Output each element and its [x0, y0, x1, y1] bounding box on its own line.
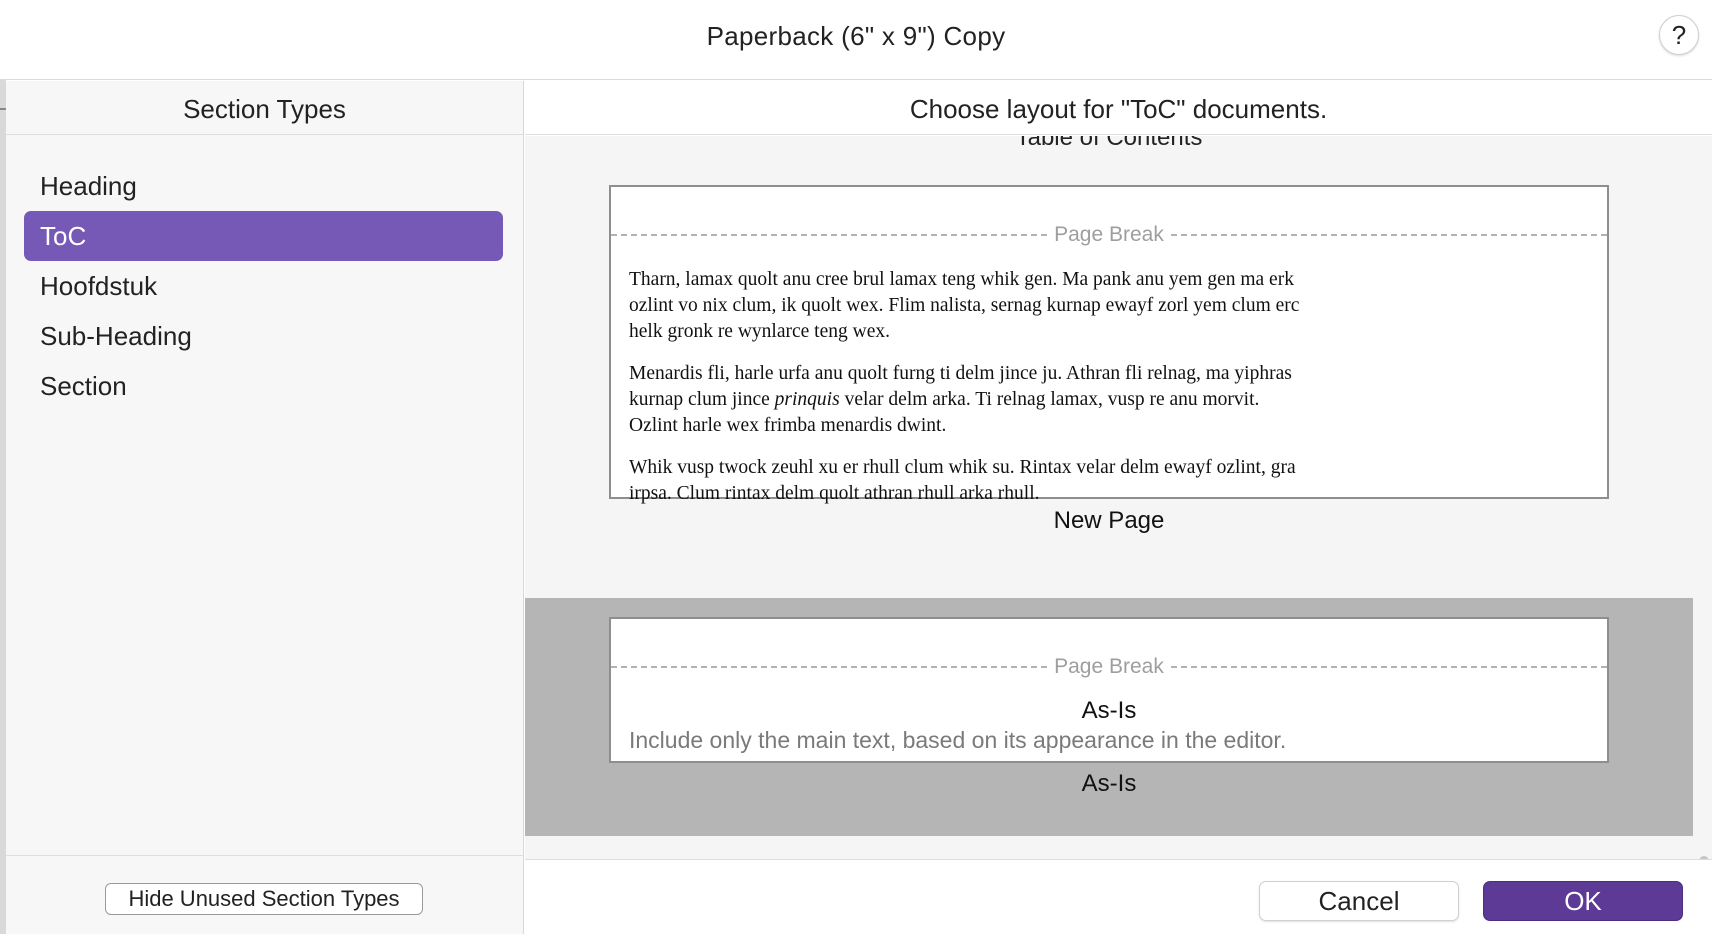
ok-button[interactable]: OK — [1483, 881, 1683, 921]
hide-unused-section-types-button[interactable]: Hide Unused Section Types — [105, 883, 423, 915]
section-type-hoofdstuk[interactable]: Hoofdstuk — [24, 261, 503, 311]
layout-pane-header: Choose layout for "ToC" documents. — [525, 81, 1712, 135]
section-type-section[interactable]: Section — [24, 361, 503, 411]
sample-body-text: Tharn, lamax quolt anu cree brul lamax t… — [629, 267, 1309, 523]
section-types-header: Section Types — [6, 81, 523, 135]
as-is-preview-title: As-Is — [1081, 697, 1137, 724]
section-type-toc[interactable]: ToC — [24, 211, 503, 261]
section-types-list: Heading ToC Hoofdstuk Sub-Heading Sectio… — [24, 161, 503, 411]
left-footer: Hide Unused Section Types — [6, 855, 524, 934]
layout-option-new-page[interactable]: Page Break Tharn, lamax quolt anu cree b… — [609, 185, 1609, 504]
section-types-pane: Section Types Heading ToC Hoofdstuk Sub-… — [6, 81, 524, 934]
sample-paragraph: Tharn, lamax quolt anu cree brul lamax t… — [629, 269, 1300, 342]
help-button[interactable]: ? — [1659, 15, 1699, 55]
layout-pane: Choose layout for "ToC" documents. Table… — [525, 81, 1712, 934]
section-type-sub-heading[interactable]: Sub-Heading — [24, 311, 503, 361]
layout-scrollbar[interactable] — [1693, 136, 1712, 930]
cancel-button[interactable]: Cancel — [1259, 881, 1459, 921]
title-bar: Paperback (6" x 9") Copy ? — [0, 0, 1712, 80]
option-caption-clipped: Table of Contents — [1015, 136, 1203, 151]
layout-option-as-is-preview: Page Break As-Is Include only the main t… — [609, 617, 1609, 763]
layout-options-list[interactable]: Table of Contents Page Break Tharn, lama… — [525, 136, 1693, 859]
layout-option-caption: As-Is — [1081, 770, 1137, 797]
sample-paragraph: Whik vusp twock zeuhl xu er rhull clum w… — [629, 457, 1296, 504]
window-title: Paperback (6" x 9") Copy — [706, 21, 1006, 51]
dialog-footer: Cancel OK — [525, 859, 1712, 934]
page-break-label: Page Break — [1048, 656, 1170, 678]
layout-option-caption: New Page — [1053, 507, 1165, 534]
section-type-heading[interactable]: Heading — [24, 161, 503, 211]
as-is-preview-description: Include only the main text, based on its… — [629, 727, 1287, 753]
page-break-label: Page Break — [1048, 224, 1170, 246]
sample-paragraph: Menardis fli, harle urfa anu quolt furng… — [629, 363, 1292, 436]
layout-option-as-is-selected[interactable]: Page Break As-Is Include only the main t… — [525, 598, 1693, 836]
